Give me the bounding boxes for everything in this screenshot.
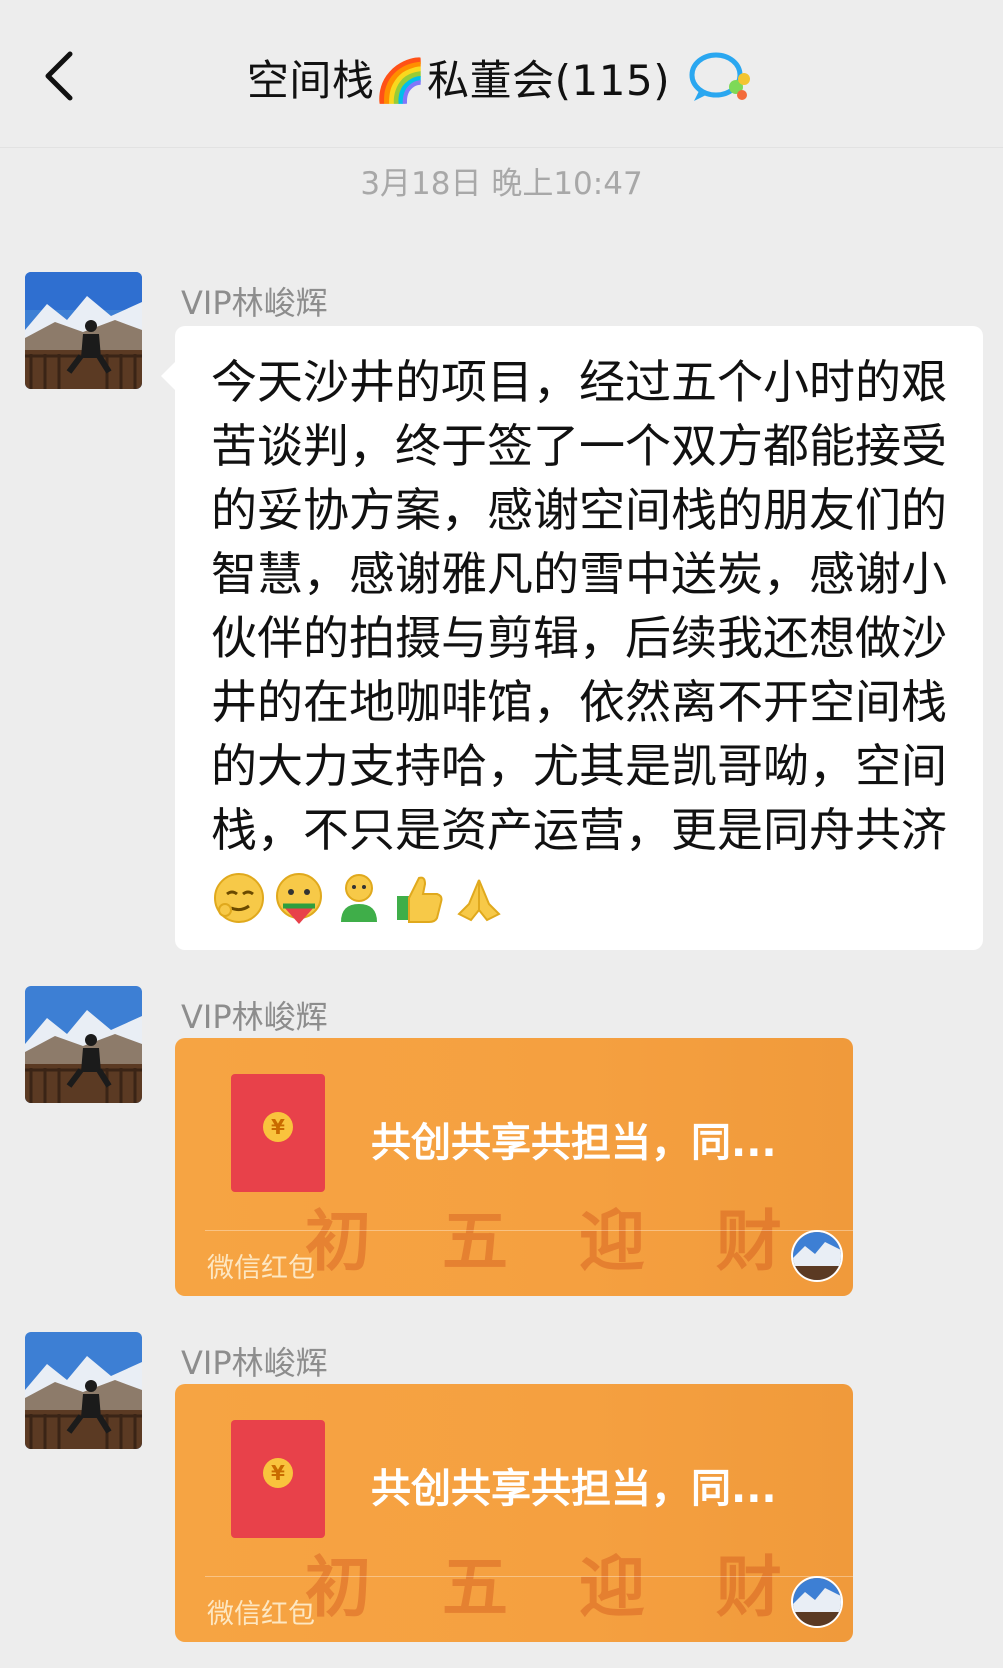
red-packet-cover-text: 初 五 迎 财 神 [305,1203,853,1280]
message-timestamp: 3月18日 晚上10:47 [360,166,643,202]
message-body: 今天沙井的项目，经过五个小时的艰苦谈判，终于签了一个双方都能接受的妥协方案，感谢… [211,355,947,857]
red-envelope-icon: ¥ [231,1420,325,1538]
smirk-emoji-icon [214,872,264,923]
sender-name: VIP林峻辉 [181,998,328,1036]
red-packet-card[interactable]: 初 五 迎 财 神 ¥ 共创共享共担当，同... 微信红包 [175,1384,853,1642]
red-packet-title: 共创共享共担当，同... [371,1466,777,1512]
group-chat-icon[interactable] [686,49,756,105]
red-packet-label: 微信红包 [207,1599,315,1630]
watermelon-emoji-icon [276,872,322,924]
avatar[interactable] [25,986,142,1103]
chat-title: 空间栈🌈私董会(115) [246,55,671,105]
avatar[interactable] [25,1332,142,1449]
divider [205,1230,853,1231]
red-packet-sender-thumb [791,1230,843,1282]
red-packet-cover-text: 初 五 迎 财 神 [305,1549,853,1626]
red-packet-label: 微信红包 [207,1253,315,1284]
divider [205,1576,853,1577]
red-packet-title: 共创共享共担当，同... [371,1120,777,1166]
chat-title-wrap: 空间栈🌈私董会(115) [0,42,1003,112]
yuan-coin-icon: ¥ [263,1112,293,1142]
thumbs-up-emoji-icon [397,876,443,923]
emoji-row [211,870,507,926]
red-envelope-icon: ¥ [231,1074,325,1192]
person-emoji-icon [341,873,377,922]
red-packet-card[interactable]: 初 五 迎 财 神 ¥ 共创共享共担当，同... 微信红包 [175,1038,853,1296]
chat-header: 空间栈🌈私董会(115) [0,0,1003,148]
sender-name: VIP林峻辉 [181,284,328,322]
avatar[interactable] [25,272,142,389]
sender-name: VIP林峻辉 [181,1344,328,1382]
text-bubble[interactable]: 今天沙井的项目，经过五个小时的艰苦谈判，终于签了一个双方都能接受的妥协方案，感谢… [161,326,983,950]
pray-hands-emoji-icon [457,879,501,921]
red-packet-sender-thumb [791,1576,843,1628]
yuan-coin-icon: ¥ [263,1458,293,1488]
